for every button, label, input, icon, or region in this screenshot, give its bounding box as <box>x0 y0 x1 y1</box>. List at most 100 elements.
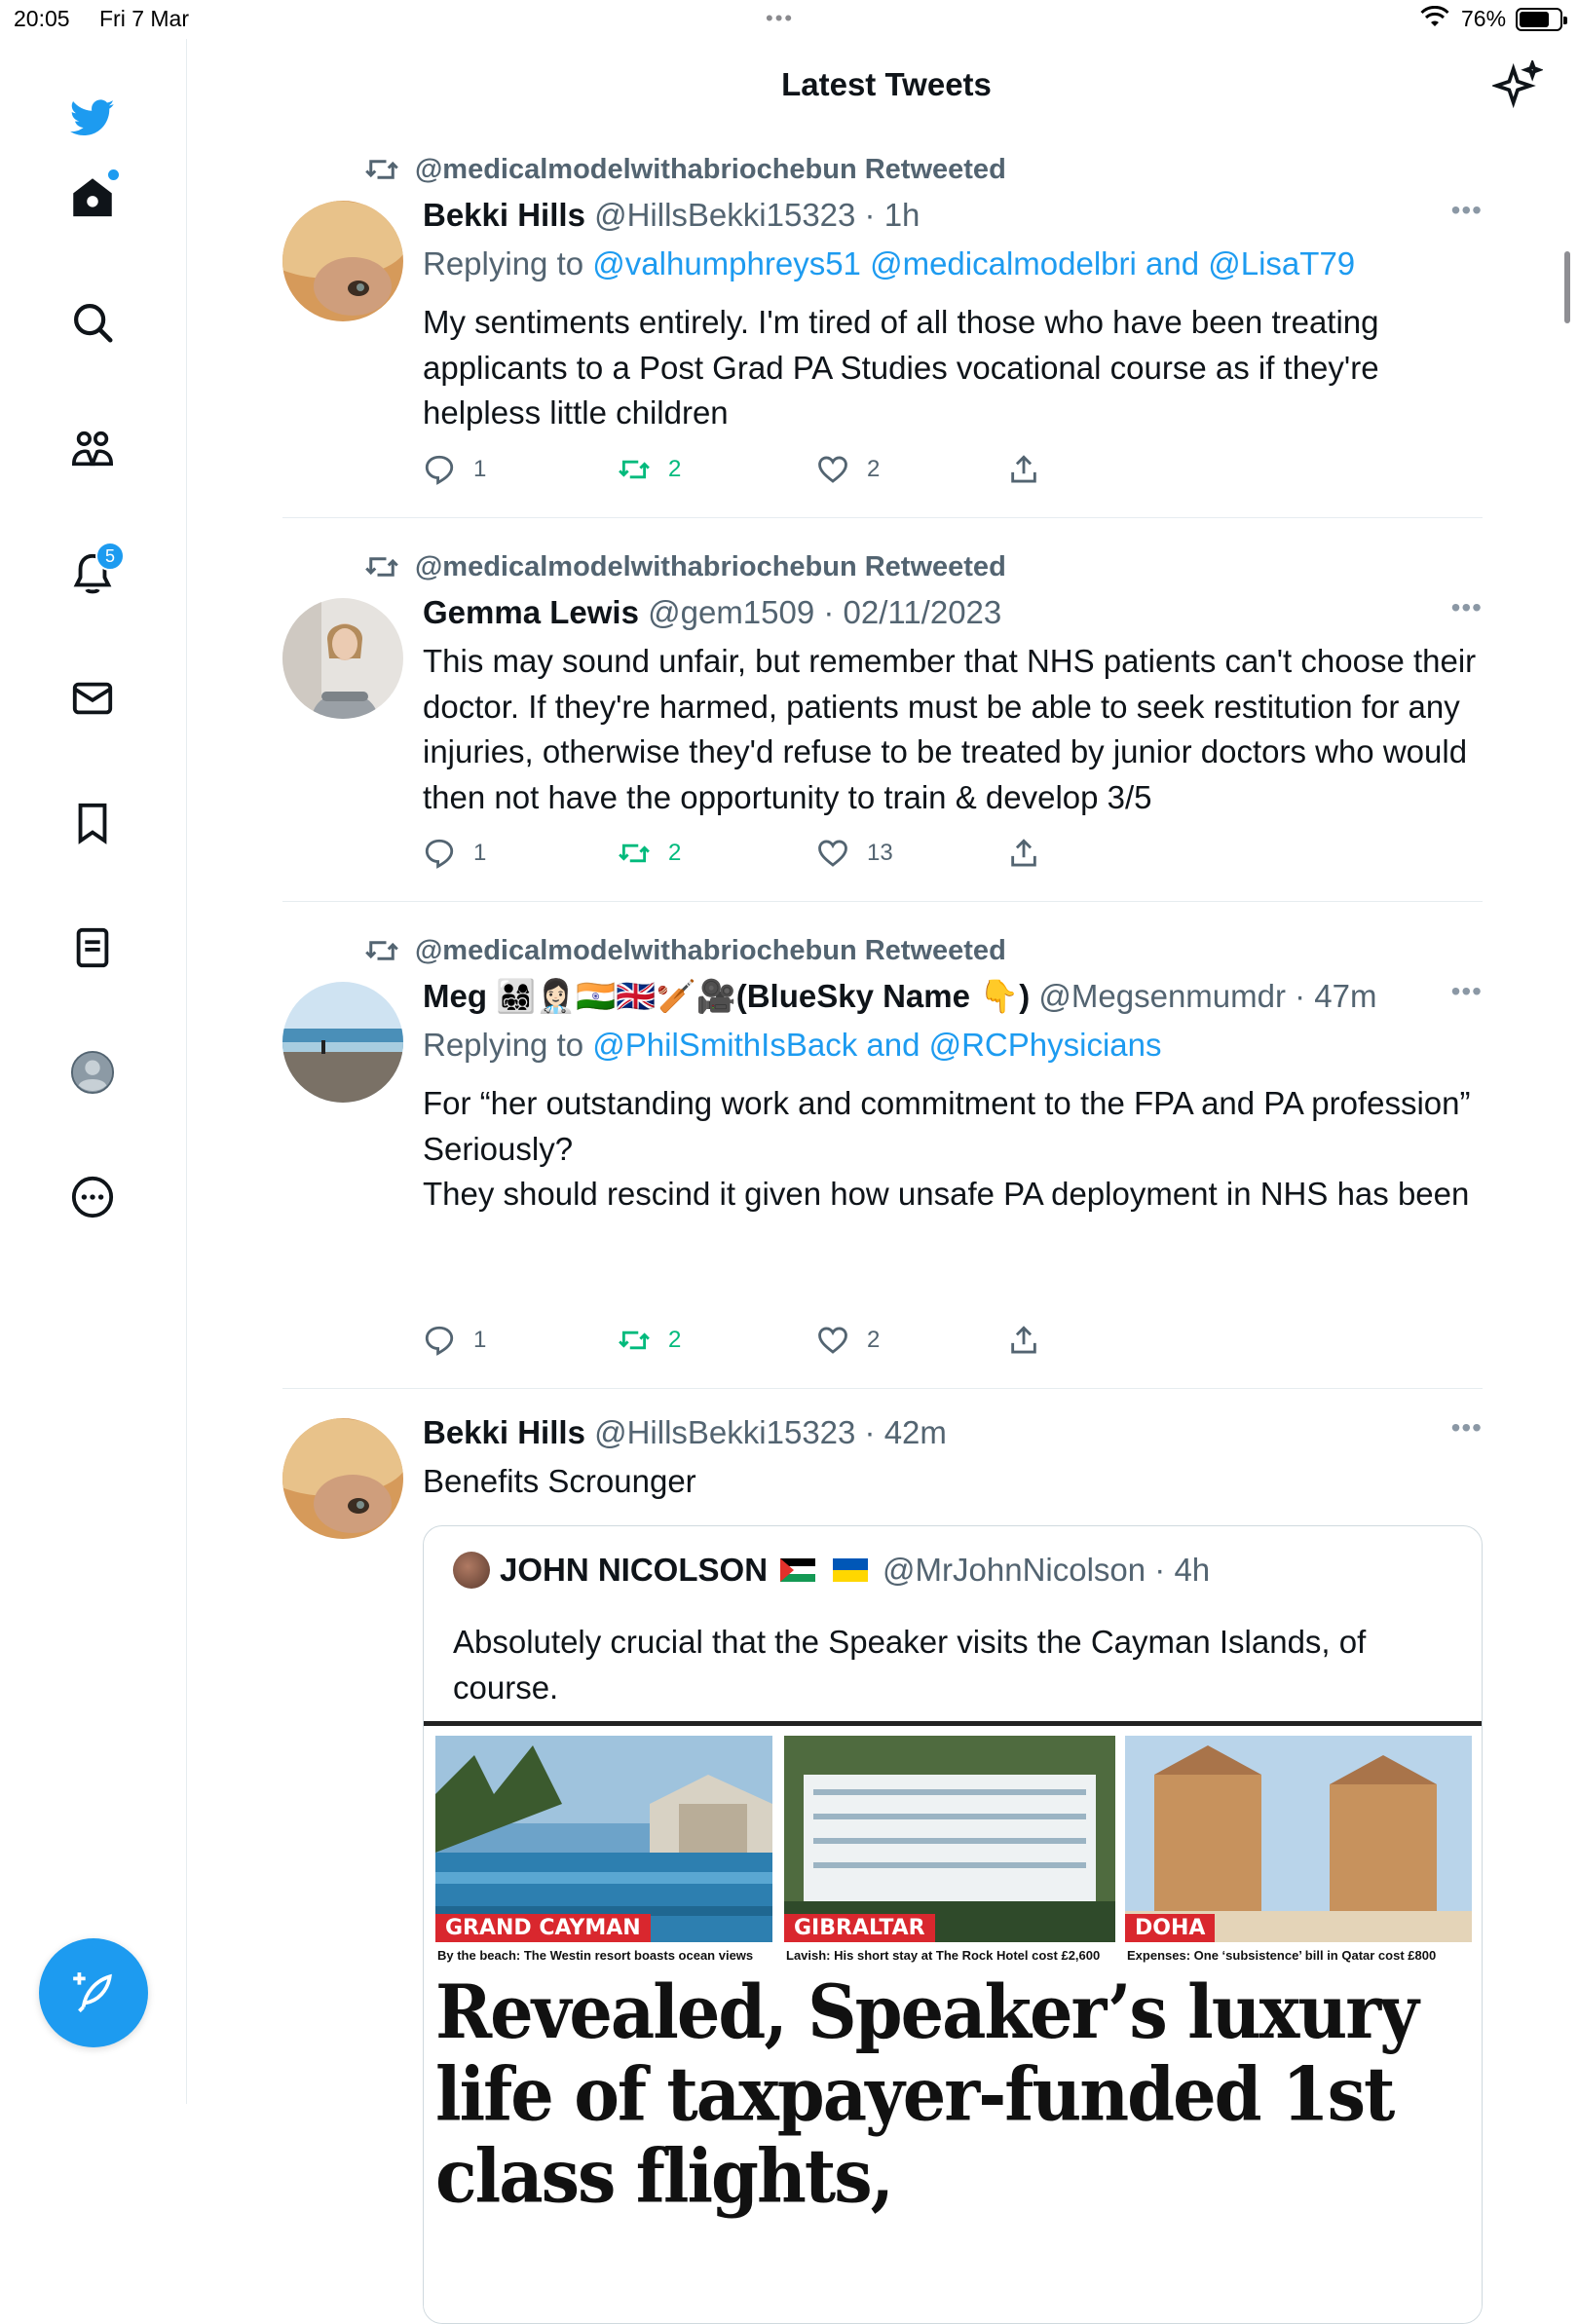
quoted-tweet-text: Absolutely crucial that the Speaker visi… <box>453 1624 1367 1706</box>
tweet-text-line: For “her outstanding work and commitment… <box>423 1085 1471 1121</box>
photo-label: DOHA <box>1125 1914 1216 1942</box>
tweet-header: Gemma Lewis @gem1509 · 02/11/2023 <box>423 592 1001 633</box>
scroll-indicator[interactable] <box>1564 251 1570 323</box>
author-name[interactable]: Bekki Hills <box>423 197 585 233</box>
replying-prefix: Replying to <box>423 1027 584 1063</box>
retweet-icon <box>619 460 650 479</box>
author-handle-time[interactable]: @Megsenmumdr · 47m <box>1038 978 1376 1014</box>
share-button[interactable] <box>1007 1321 1058 1360</box>
replying-mentions[interactable]: @PhilSmithIsBack and @RCPhysicians <box>592 1027 1161 1063</box>
author-name[interactable]: Gemma Lewis <box>423 594 639 630</box>
status-time: 20:05 <box>14 6 70 31</box>
author-handle-time[interactable]: @gem1509 · 02/11/2023 <box>648 594 1001 630</box>
retweet-button[interactable]: 2 <box>618 834 681 873</box>
share-button[interactable] <box>1007 450 1058 489</box>
like-button[interactable]: 13 <box>816 834 893 873</box>
like-count: 13 <box>867 840 893 866</box>
status-date: Fri 7 Mar <box>99 6 189 31</box>
twitter-bird-icon[interactable] <box>60 86 125 150</box>
like-count: 2 <box>867 1327 881 1353</box>
tweet-more-icon[interactable]: ••• <box>1451 976 1483 1007</box>
compose-feather-icon <box>73 1972 112 2013</box>
avatar[interactable] <box>282 982 403 1103</box>
photo-label: GRAND CAYMAN <box>435 1914 651 1942</box>
notifications-badge: 5 <box>95 542 125 571</box>
tweet[interactable]: Bekki Hills @HillsBekki15323 · 42m ••• B… <box>282 1412 1483 2324</box>
reply-count: 1 <box>473 840 487 866</box>
tweet-header: Meg 👨‍👩‍👧‍👦👩🏻‍⚕️🇮🇳🇬🇧🏏🎥(BlueSky Name 👇) @… <box>423 976 1377 1017</box>
author-name[interactable]: Meg 👨‍👩‍👧‍👦👩🏻‍⚕️🇮🇳🇬🇧🏏🎥(BlueSky Name 👇) <box>423 978 1030 1014</box>
home-icon[interactable] <box>60 166 125 230</box>
tweet[interactable]: @medicalmodelwithabriochebun Retweeted M… <box>282 925 1483 1389</box>
photo-grand-cayman: GRAND CAYMAN <box>435 1736 772 1942</box>
avatar[interactable] <box>282 598 403 719</box>
bookmarks-icon[interactable] <box>60 791 125 855</box>
reply-button[interactable]: 1 <box>423 834 486 873</box>
retweet-icon <box>619 1331 650 1350</box>
author-name[interactable]: Bekki Hills <box>423 1414 585 1450</box>
tweet-text: Benefits Scrounger <box>423 1463 696 1499</box>
reply-button[interactable]: 1 <box>423 450 486 489</box>
reply-button[interactable]: 1 <box>423 1321 486 1360</box>
quoted-tweet[interactable]: JOHN NICOLSON @MrJohnNicolson · 4h Absol… <box>423 1525 1483 2324</box>
replying-to: Replying to @valhumphreys51 @medicalmode… <box>423 245 1355 282</box>
author-handle-time[interactable]: @HillsBekki15323 · 1h <box>594 197 920 233</box>
sparkle-icon[interactable] <box>1490 57 1545 111</box>
profile-icon[interactable] <box>60 1040 125 1105</box>
retweet-icon <box>365 557 398 577</box>
home-unread-dot <box>108 169 119 180</box>
heart-icon <box>818 1327 847 1354</box>
more-icon[interactable] <box>60 1165 125 1229</box>
like-button[interactable]: 2 <box>816 1321 880 1360</box>
photo-doha: DOHA <box>1125 1736 1472 1942</box>
retweet-icon <box>619 843 650 863</box>
sidebar: 5 <box>0 39 187 2104</box>
tweet-text: This may sound unfair, but remember that… <box>423 643 1477 815</box>
tweet[interactable]: @medicalmodelwithabriochebun Retweeted B… <box>282 144 1483 518</box>
retweet-button[interactable]: 2 <box>618 1321 681 1360</box>
tweet-more-icon[interactable]: ••• <box>1451 592 1483 623</box>
tweet-actions: 1 2 2 <box>423 1321 1085 1360</box>
lists-icon[interactable] <box>60 916 125 980</box>
quoted-author-name[interactable]: JOHN NICOLSON <box>500 1552 768 1589</box>
wifi-icon <box>1420 5 1449 35</box>
retweeted-by-text: @medicalmodelwithabriochebun Retweeted <box>415 153 1006 185</box>
like-button[interactable]: 2 <box>816 450 880 489</box>
quoted-image[interactable]: GRAND CAYMAN GIBRALTAR DOHA By the beach… <box>424 1721 1482 2323</box>
quoted-avatar[interactable] <box>453 1552 490 1589</box>
retweet-count: 2 <box>668 840 682 866</box>
author-handle-time[interactable]: @HillsBekki15323 · 42m <box>594 1414 947 1450</box>
quoted-author-handle-time[interactable]: @MrJohnNicolson · 4h <box>883 1552 1210 1589</box>
retweeted-by-line: @medicalmodelwithabriochebun Retweeted <box>364 152 1006 187</box>
ukraine-flag-icon <box>833 1558 869 1582</box>
tweet[interactable]: @medicalmodelwithabriochebun Retweeted G… <box>282 542 1483 902</box>
retweet-button[interactable]: 2 <box>618 450 681 489</box>
retweeted-by-line: @medicalmodelwithabriochebun Retweeted <box>364 549 1006 584</box>
replying-mentions[interactable]: @valhumphreys51 @medicalmodelbri and @Li… <box>592 245 1355 281</box>
notifications-icon[interactable]: 5 <box>60 542 125 606</box>
reply-icon <box>425 455 454 485</box>
palestine-flag-icon <box>780 1558 816 1582</box>
reply-icon <box>425 1326 454 1356</box>
reply-count: 1 <box>473 456 487 482</box>
photo-caption: By the beach: The Westin resort boasts o… <box>437 1948 754 1963</box>
messages-icon[interactable] <box>60 666 125 731</box>
search-icon[interactable] <box>60 290 125 355</box>
reply-count: 1 <box>473 1327 487 1353</box>
compose-button[interactable] <box>39 1938 148 2047</box>
quoted-tweet-header: JOHN NICOLSON @MrJohnNicolson · 4h <box>453 1552 1210 1589</box>
tweet-text-line: Seriously? <box>423 1130 574 1167</box>
avatar[interactable] <box>282 201 403 321</box>
avatar[interactable] <box>282 1418 403 1539</box>
tweet-actions: 1 2 2 <box>423 450 1085 489</box>
communities-icon[interactable] <box>60 417 125 481</box>
tweet-actions: 1 2 13 <box>423 834 1085 873</box>
retweeted-by-text: @medicalmodelwithabriochebun Retweeted <box>415 934 1006 966</box>
tweet-more-icon[interactable]: ••• <box>1451 1412 1483 1443</box>
retweet-icon <box>365 941 398 960</box>
share-icon <box>1011 1326 1036 1354</box>
retweet-icon <box>365 160 398 179</box>
share-button[interactable] <box>1007 834 1058 873</box>
multitasking-dots-icon[interactable]: ••• <box>766 6 794 31</box>
tweet-more-icon[interactable]: ••• <box>1451 195 1483 226</box>
